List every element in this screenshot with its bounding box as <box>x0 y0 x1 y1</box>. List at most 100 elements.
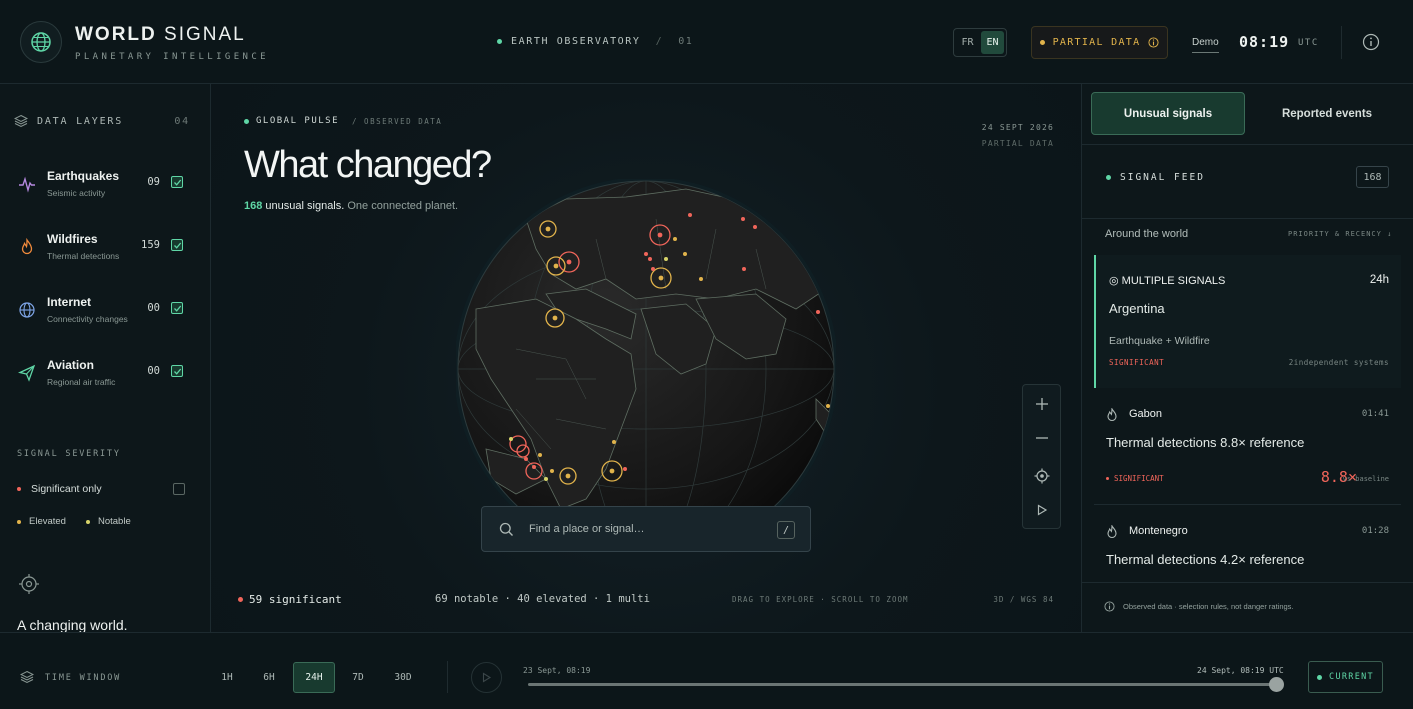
sort-button[interactable]: PRIORITY & RECENCY ↓ <box>1288 230 1392 238</box>
current-button[interactable]: CURRENT <box>1308 661 1383 693</box>
layer-checkbox[interactable] <box>171 302 183 314</box>
demo-toggle[interactable]: Demo <box>1192 37 1219 53</box>
flame-icon <box>1107 408 1117 422</box>
globe-map[interactable] <box>456 179 836 509</box>
play-button[interactable] <box>471 662 502 693</box>
flame-icon <box>21 238 33 255</box>
brand-title: WORLD SIGNAL <box>75 24 246 45</box>
signal-breakdown: 69 notable · 40 elevated · 1 multi <box>435 593 650 605</box>
search-bar[interactable]: Find a place or signal… / <box>481 506 811 552</box>
range-7d-button[interactable]: 7D <box>337 662 379 693</box>
search-shortcut: / <box>777 521 795 539</box>
top-bar: WORLD SIGNAL PLANETARY INTELLIGENCE EART… <box>0 0 1413 84</box>
plane-icon <box>18 364 36 382</box>
layer-earthquakes[interactable]: Earthquakes Seismic activity 09 <box>10 161 200 211</box>
observatory-label: EARTH OBSERVATORY / 01 <box>497 36 693 47</box>
signal-summary: 168 unusual signals. One connected plane… <box>244 200 459 212</box>
layer-checkbox[interactable] <box>171 365 183 377</box>
tab-unusual-signals[interactable]: Unusual signals <box>1091 92 1245 135</box>
severity-badge: SIGNIFICANT <box>1109 358 1165 367</box>
zoom-in-button[interactable] <box>1023 387 1060 421</box>
panel-footnote: Observed data · selection rules, not dan… <box>1104 601 1294 612</box>
data-layers-header: DATA LAYERS 04 <box>14 114 190 128</box>
page-title: What changed? <box>244 144 492 186</box>
globe-icon <box>19 302 35 318</box>
tab-reported-events[interactable]: Reported events <box>1252 92 1402 135</box>
app-root: WORLD SIGNAL PLANETARY INTELLIGENCE EART… <box>0 0 1413 709</box>
warning-dot <box>1039 40 1045 45</box>
lang-en-button[interactable]: EN <box>981 31 1004 54</box>
recenter-button[interactable] <box>1023 459 1060 493</box>
info-icon <box>1148 37 1159 48</box>
timeline-end: 24 Sept, 08:19 UTC <box>1197 666 1284 675</box>
significant-dot <box>238 597 243 602</box>
target-icon[interactable] <box>18 573 40 595</box>
divider <box>1082 582 1413 583</box>
layer-internet[interactable]: Internet Connectivity changes 00 <box>10 287 200 337</box>
divider <box>1094 504 1401 505</box>
significant-only-toggle[interactable]: Significant only <box>17 482 185 496</box>
search-input[interactable]: Find a place or signal… <box>529 523 645 535</box>
rotate-play-button[interactable] <box>1023 493 1060 527</box>
globe-icon[interactable] <box>20 21 62 63</box>
timeline-handle[interactable] <box>1269 677 1284 692</box>
sidebar-tagline: A changing world. <box>17 617 128 633</box>
data-layers-sidebar: DATA LAYERS 04 Earthquakes Seismic activ… <box>0 84 211 633</box>
info-icon <box>1104 601 1115 612</box>
severity-legend: Elevated Notable <box>17 516 131 527</box>
significant-count: 59 significant <box>238 593 342 606</box>
divider <box>1082 218 1413 219</box>
global-pulse-label: GLOBAL PULSE / OBSERVED DATA <box>244 116 442 126</box>
signal-panel: Unusual signals Reported events SIGNAL F… <box>1081 84 1413 632</box>
search-icon <box>499 522 513 536</box>
brand-tagline: PLANETARY INTELLIGENCE <box>75 52 270 62</box>
language-switch: FR EN <box>953 28 1007 57</box>
severity-badge: SIGNIFICANT <box>1106 474 1164 483</box>
divider <box>1082 144 1413 145</box>
layer-checkbox[interactable] <box>171 176 183 188</box>
live-dot <box>497 39 502 44</box>
layer-aviation[interactable]: Aviation Regional air traffic 00 <box>10 350 200 400</box>
header-divider <box>1341 26 1342 59</box>
significant-dot <box>17 487 21 491</box>
time-window-bar: TIME WINDOW 1H 6H 24H 7D 30D 23 Sept, 08… <box>0 632 1413 709</box>
partial-data-badge[interactable]: PARTIAL DATA <box>1031 26 1168 59</box>
feed-count-badge: 168 <box>1356 166 1389 188</box>
globe-view: GLOBAL PULSE / OBSERVED DATA 24 SEPT 202… <box>211 84 1081 632</box>
feed-scope: Around the world <box>1105 228 1189 240</box>
layers-icon <box>14 114 28 128</box>
observation-date: 24 SEPT 2026 PARTIAL DATA <box>981 123 1054 148</box>
range-6h-button[interactable]: 6H <box>248 662 290 693</box>
live-dot <box>1106 175 1111 180</box>
layer-wildfires[interactable]: Wildfires Thermal detections 159 <box>10 224 200 274</box>
signal-card-gabon[interactable]: Gabon 01:41 Thermal detections 8.8× refe… <box>1094 405 1401 500</box>
signal-feed-header: SIGNAL FEED <box>1106 172 1205 183</box>
divider <box>447 661 448 693</box>
severity-header: SIGNAL SEVERITY <box>17 449 121 459</box>
seismic-icon <box>19 176 35 193</box>
range-24h-button[interactable]: 24H <box>293 662 335 693</box>
projection-label: 3D / WGS 84 <box>993 595 1054 604</box>
flame-icon <box>1107 525 1117 539</box>
utc-clock: 08:19 <box>1239 33 1290 51</box>
play-icon <box>482 672 492 683</box>
time-window-label: TIME WINDOW <box>45 673 122 683</box>
timeline-start: 23 Sept, 08:19 <box>523 666 591 675</box>
timeline-track[interactable] <box>528 683 1277 686</box>
layers-icon <box>20 670 34 684</box>
info-icon[interactable] <box>1362 33 1380 51</box>
range-30d-button[interactable]: 30D <box>382 662 424 693</box>
significant-only-checkbox[interactable] <box>173 483 185 495</box>
lang-fr-button[interactable]: FR <box>956 31 979 54</box>
live-dot <box>1317 674 1323 680</box>
signal-card-montenegro[interactable]: Montenegro 01:28 Thermal detections 4.2×… <box>1094 522 1401 572</box>
signal-card-argentina[interactable]: ◎ MULTIPLE SIGNALS 24h Argentina Earthqu… <box>1094 255 1401 388</box>
timezone-label: UTC <box>1298 38 1319 48</box>
map-controls <box>1022 384 1061 529</box>
elevated-dot <box>17 519 21 524</box>
notable-dot <box>85 519 90 524</box>
zoom-out-button[interactable] <box>1023 421 1060 455</box>
range-1h-button[interactable]: 1H <box>206 662 248 693</box>
layer-checkbox[interactable] <box>171 239 183 251</box>
live-dot <box>244 118 249 124</box>
